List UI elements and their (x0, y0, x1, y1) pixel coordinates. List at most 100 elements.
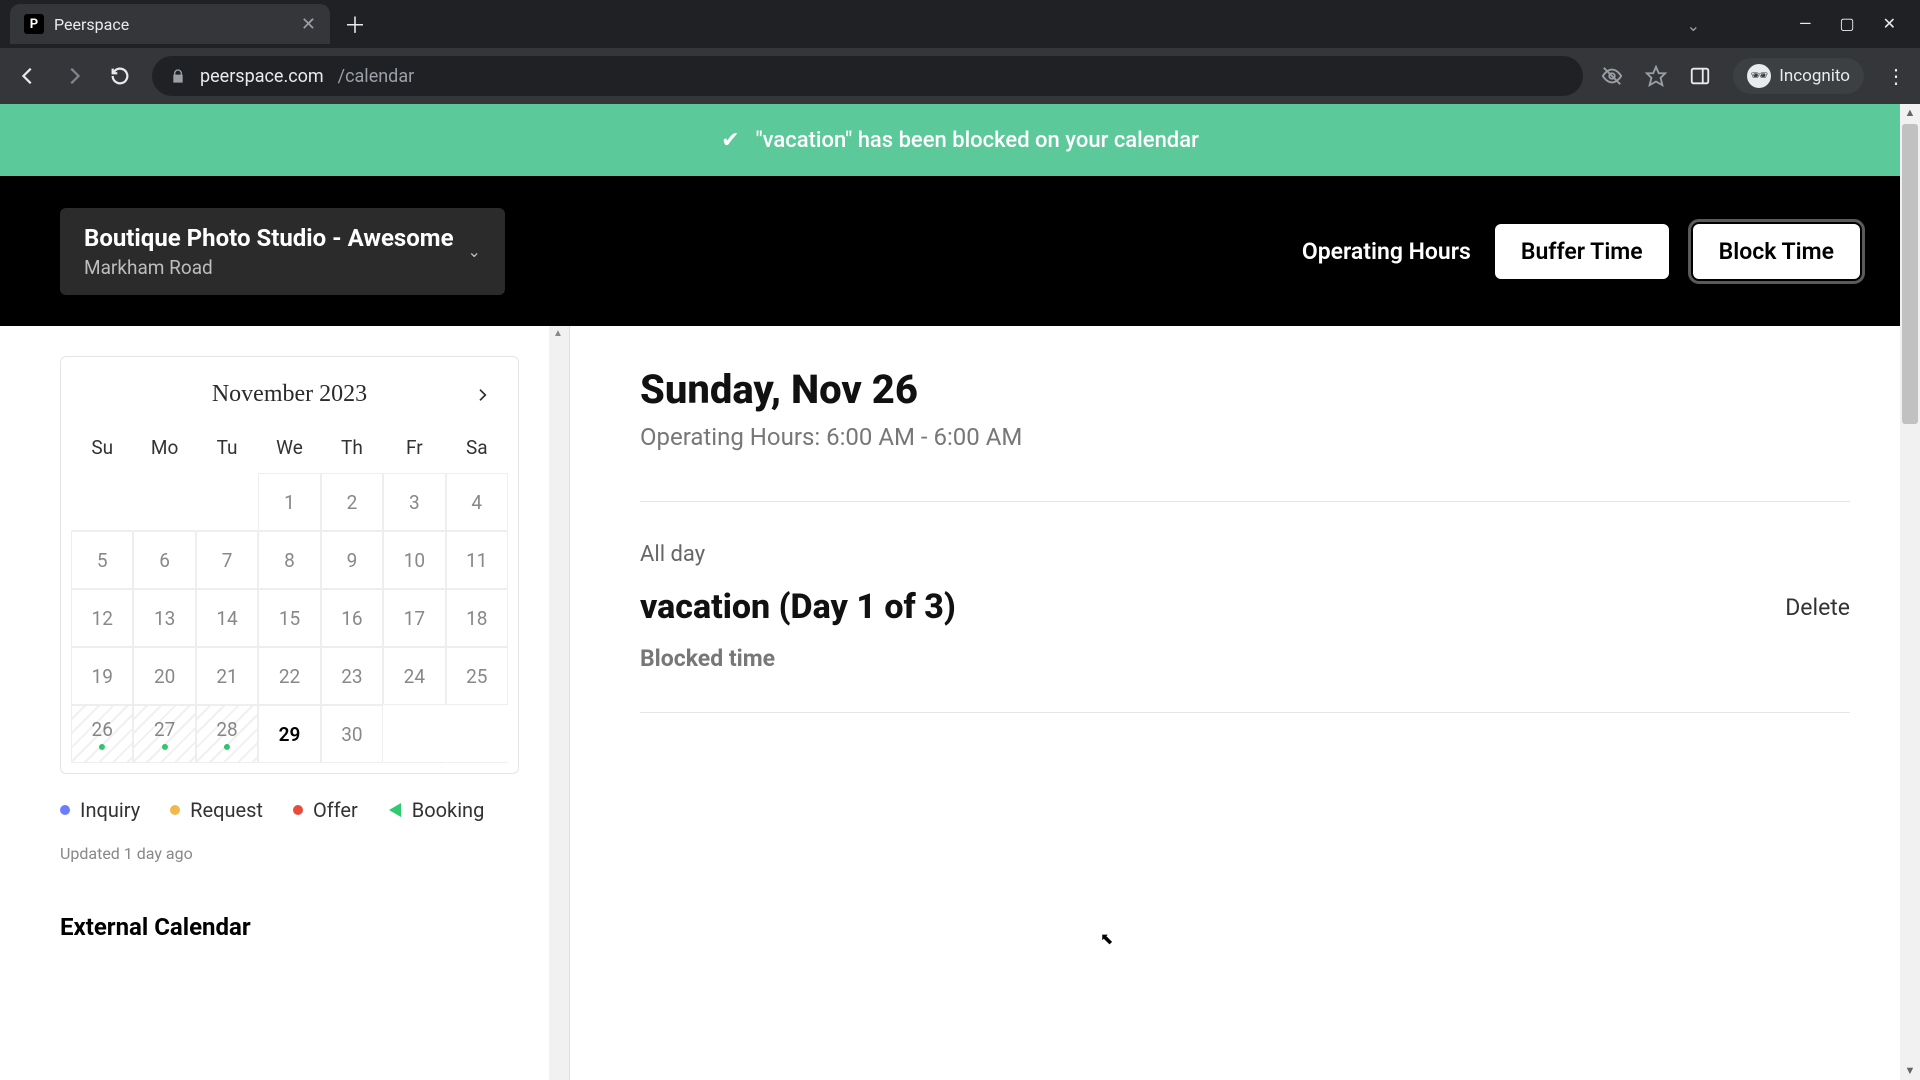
panel-icon[interactable] (1689, 65, 1711, 87)
legend-request: Request (170, 798, 263, 822)
calendar-day[interactable]: 5 (71, 531, 133, 589)
triangle-icon (389, 803, 401, 817)
sidebar-scrollbar[interactable] (549, 326, 569, 1080)
calendar-day[interactable]: 16 (321, 589, 383, 647)
calendar-day[interactable]: 30 (321, 705, 383, 763)
page-content: ✔ "vacation" has been blocked on your ca… (0, 104, 1920, 1080)
incognito-badge[interactable]: 🕶 Incognito (1733, 58, 1864, 94)
buffer-time-button[interactable]: Buffer Time (1495, 224, 1669, 279)
calendar-day[interactable]: 23 (321, 647, 383, 705)
scroll-down-icon[interactable]: ▼ (1903, 1064, 1917, 1078)
calendar-day[interactable]: 11 (446, 531, 508, 589)
external-calendar-heading: External Calendar (60, 913, 519, 941)
divider (640, 712, 1850, 713)
content-area: November 2023 SuMoTuWeThFrSa123456789101… (0, 326, 1920, 1080)
day-of-week-label: Mo (133, 426, 195, 473)
calendar-day-blank (196, 473, 258, 531)
detail-pane: Sunday, Nov 26 Operating Hours: 6:00 AM … (570, 326, 1920, 1080)
legend-booking: Booking (388, 798, 485, 822)
banner-message: "vacation" has been blocked on your cale… (756, 128, 1199, 153)
calendar-day[interactable]: 24 (383, 647, 445, 705)
day-of-week-label: Th (321, 426, 383, 473)
calendar-day[interactable]: 4 (446, 473, 508, 531)
calendar-day[interactable]: 15 (258, 589, 320, 647)
header-actions: Operating Hours Buffer Time Block Time (1302, 224, 1860, 279)
calendar-day[interactable]: 9 (321, 531, 383, 589)
month-label: November 2023 (212, 381, 367, 408)
block-time-button[interactable]: Block Time (1693, 224, 1860, 279)
window-controls: — ▢ ✕ (1775, 0, 1920, 47)
calendar-day[interactable]: 18 (446, 589, 508, 647)
calendar-day[interactable]: 14 (196, 589, 258, 647)
page-scrollbar[interactable]: ▲ ▼ (1900, 104, 1920, 1080)
scrollbar-thumb[interactable] (1902, 124, 1918, 424)
calendar-day[interactable]: 2 (321, 473, 383, 531)
calendar-day[interactable]: 19 (71, 647, 133, 705)
browser-tab[interactable]: P Peerspace ✕ (10, 4, 330, 44)
calendar-day[interactable]: 25 (446, 647, 508, 705)
back-button[interactable] (14, 62, 42, 90)
calendar-day-blank (71, 473, 133, 531)
success-banner: ✔ "vacation" has been blocked on your ca… (0, 104, 1920, 176)
incognito-icon: 🕶 (1747, 64, 1771, 88)
calendar-day[interactable]: 7 (196, 531, 258, 589)
minimize-icon[interactable]: — (1799, 14, 1812, 33)
calendar-day[interactable]: 3 (383, 473, 445, 531)
calendar-day[interactable]: 21 (196, 647, 258, 705)
operating-hours-link[interactable]: Operating Hours (1302, 238, 1471, 265)
updated-text: Updated 1 day ago (60, 844, 519, 863)
reload-button[interactable] (106, 62, 134, 90)
day-of-week-label: Sa (446, 426, 508, 473)
chevron-down-icon: ⌄ (468, 242, 481, 261)
new-tab-button[interactable]: ＋ (344, 8, 366, 40)
forward-button[interactable] (60, 62, 88, 90)
kebab-menu-icon[interactable]: ⋮ (1886, 64, 1906, 88)
next-month-button[interactable] (474, 387, 490, 403)
close-tab-icon[interactable]: ✕ (301, 14, 316, 35)
close-window-icon[interactable]: ✕ (1883, 14, 1896, 33)
url-path: /calendar (338, 66, 415, 87)
calendar-day[interactable]: 13 (133, 589, 195, 647)
delete-button[interactable]: Delete (1785, 594, 1850, 621)
day-title: Sunday, Nov 26 (640, 366, 1850, 413)
space-title: Boutique Photo Studio - Awesome (84, 224, 454, 252)
calendar-day[interactable]: 10 (383, 531, 445, 589)
scroll-up-icon[interactable]: ▲ (1903, 106, 1917, 120)
tab-overflow-icon[interactable]: ⌄ (1687, 16, 1700, 35)
calendar-legend: Inquiry Request Offer Booking (60, 798, 519, 822)
calendar-day[interactable]: 1 (258, 473, 320, 531)
operating-hours-text: Operating Hours: 6:00 AM - 6:00 AM (640, 423, 1850, 451)
sidebar: November 2023 SuMoTuWeThFrSa123456789101… (0, 326, 570, 1080)
address-bar[interactable]: peerspace.com/calendar (152, 56, 1583, 96)
dot-icon (60, 805, 70, 815)
calendar-day-blank (446, 705, 508, 763)
calendar-day[interactable]: 28 (196, 705, 258, 763)
day-of-week-label: We (258, 426, 320, 473)
bookmark-star-icon[interactable] (1645, 65, 1667, 87)
calendar-day[interactable]: 8 (258, 531, 320, 589)
day-of-week-label: Su (71, 426, 133, 473)
maximize-icon[interactable]: ▢ (1839, 14, 1854, 33)
calendar-day[interactable]: 22 (258, 647, 320, 705)
calendar-day[interactable]: 12 (71, 589, 133, 647)
dot-icon (293, 805, 303, 815)
calendar-day[interactable]: 6 (133, 531, 195, 589)
calendar-day[interactable]: 26 (71, 705, 133, 763)
browser-toolbar: peerspace.com/calendar 🕶 Incognito ⋮ (0, 48, 1920, 104)
lock-icon (170, 68, 186, 84)
tab-title: Peerspace (54, 15, 291, 34)
space-selector[interactable]: Boutique Photo Studio - Awesome Markham … (60, 208, 505, 295)
calendar-day[interactable]: 20 (133, 647, 195, 705)
day-of-week-label: Fr (383, 426, 445, 473)
calendar-day[interactable]: 17 (383, 589, 445, 647)
calendar-day-blank (383, 705, 445, 763)
event-dot-icon (162, 744, 168, 750)
calendar-day[interactable]: 27 (133, 705, 195, 763)
legend-inquiry: Inquiry (60, 798, 140, 822)
divider (640, 501, 1850, 502)
favicon-icon: P (24, 14, 44, 34)
legend-offer: Offer (293, 798, 358, 822)
day-of-week-label: Tu (196, 426, 258, 473)
calendar-day[interactable]: 29 (258, 705, 320, 763)
eye-off-icon[interactable] (1601, 65, 1623, 87)
